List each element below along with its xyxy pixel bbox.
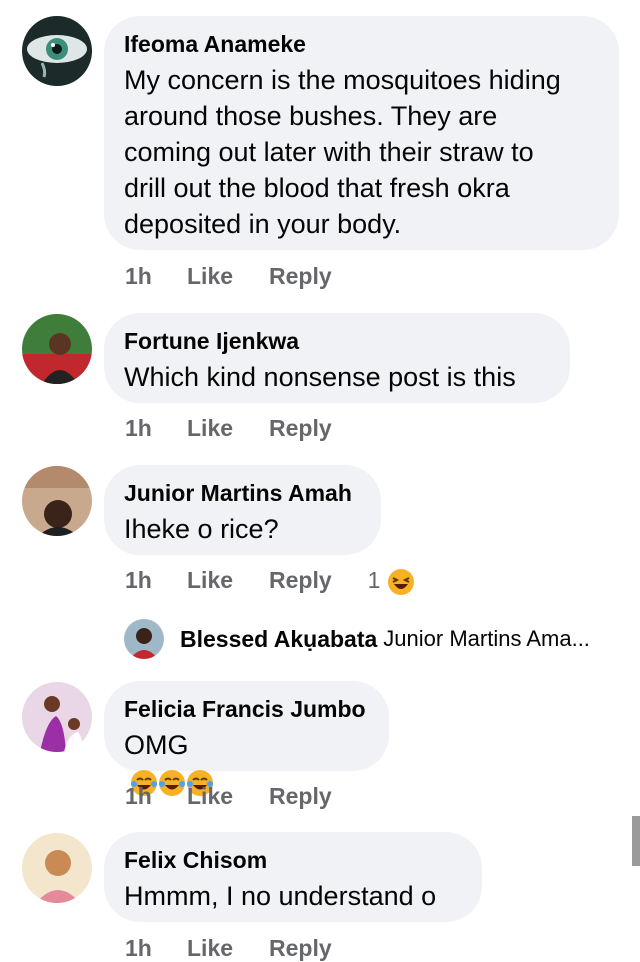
reply-button[interactable]: Reply (269, 934, 332, 962)
like-button[interactable]: Like (187, 782, 269, 810)
avatar-ifeoma[interactable] (22, 16, 92, 86)
comment-time: 1h (125, 263, 152, 289)
person-avatar-icon (22, 833, 92, 903)
comment-text: Which kind nonsense post is this (124, 362, 516, 392)
person-avatar-icon (22, 682, 92, 752)
eye-avatar-icon (22, 16, 92, 86)
reply-button[interactable]: Reply (269, 262, 332, 290)
like-button[interactable]: Like (187, 262, 269, 290)
comment-time: 1h (125, 567, 152, 593)
person-avatar-icon (22, 466, 92, 536)
person-avatar-icon (124, 619, 164, 660)
comment-actions: 1h Like Reply (125, 262, 368, 290)
comment-bubble: Junior Martins Amah Iheke o rice? (104, 465, 381, 555)
avatar-felicia[interactable] (22, 682, 92, 752)
comment-actions: 1h Like Reply 1 (125, 566, 415, 596)
scrollbar[interactable] (632, 816, 640, 866)
like-button[interactable]: Like (187, 414, 269, 442)
reply-preview[interactable]: Blessed Akụabata Junior Martins Ama... (124, 618, 590, 660)
comment-time: 1h (125, 783, 152, 809)
comment-time: 1h (125, 415, 152, 441)
comment-text: My concern is the mosquitoes hiding arou… (124, 65, 561, 239)
comment-author[interactable]: Junior Martins Amah (124, 479, 361, 507)
comment-text: Iheke o rice? (124, 514, 279, 544)
reply-button[interactable]: Reply (269, 782, 332, 810)
comment-actions: 1h Like Reply (125, 934, 368, 962)
avatar-blessed[interactable] (124, 619, 164, 660)
reply-preview-author[interactable]: Blessed Akụabata (180, 626, 377, 652)
avatar-junior[interactable] (22, 466, 92, 536)
reply-button[interactable]: Reply (269, 414, 332, 442)
comment-author[interactable]: Fortune Ijenkwa (124, 327, 550, 355)
comment-bubble: Felix Chisom Hmmm, I no understand o (104, 832, 482, 922)
comment-bubble: Ifeoma Anameke My concern is the mosquit… (104, 16, 619, 250)
comment-author[interactable]: Ifeoma Anameke (124, 30, 599, 58)
avatar-fortune[interactable] (22, 314, 92, 384)
comment-actions: 1h Like Reply (125, 414, 368, 442)
person-avatar-icon (22, 314, 92, 384)
comment-text: Hmmm, I no understand o (124, 881, 437, 911)
reply-button[interactable]: Reply (269, 566, 332, 594)
laughing-emoji-icon (387, 568, 414, 595)
reaction-summary[interactable]: 1 (368, 566, 415, 596)
like-button[interactable]: Like (187, 566, 269, 594)
comment-author[interactable]: Felicia Francis Jumbo (124, 695, 369, 723)
comment-actions: 1h Like Reply (125, 782, 368, 810)
like-button[interactable]: Like (187, 934, 269, 962)
comment-time: 1h (125, 935, 152, 961)
comment-bubble: Felicia Francis Jumbo OMG (104, 681, 389, 796)
avatar-felix[interactable] (22, 833, 92, 903)
reaction-count: 1 (367, 567, 381, 593)
comment-bubble: Fortune Ijenkwa Which kind nonsense post… (104, 313, 570, 403)
reply-preview-text: Junior Martins Ama... (383, 626, 590, 652)
comment-author[interactable]: Felix Chisom (124, 846, 462, 874)
